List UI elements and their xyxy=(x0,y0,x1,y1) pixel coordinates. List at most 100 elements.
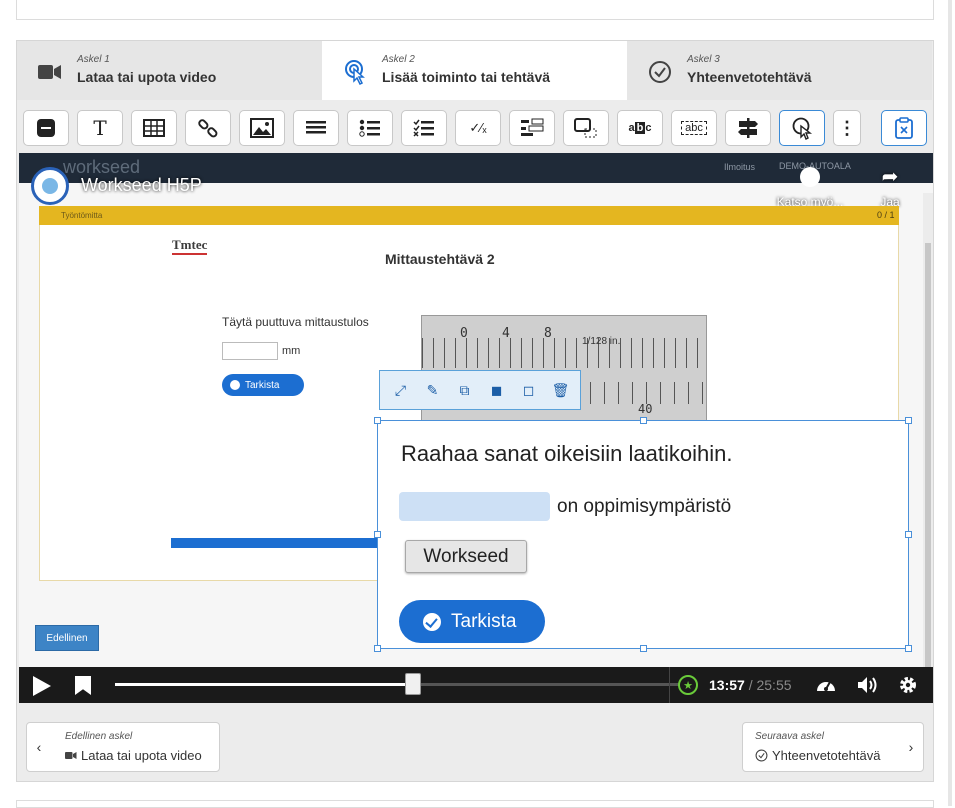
prev-label: Lataa tai upota video xyxy=(81,748,202,763)
seek-handle[interactable] xyxy=(405,673,421,695)
endscreen-star-icon[interactable]: ★ xyxy=(678,675,698,695)
signpost-icon xyxy=(738,118,758,138)
drag-text-button[interactable]: abc xyxy=(617,110,663,146)
share-button[interactable]: ➦ Jaa xyxy=(875,167,905,209)
navigation-hotspot-button[interactable] xyxy=(779,110,825,146)
step-number: Askel 3 xyxy=(687,54,720,65)
resize-handle[interactable] xyxy=(374,417,381,424)
label-icon xyxy=(37,119,55,137)
clock-icon xyxy=(800,167,820,187)
prev-label-wrap: Lataa tai upota video xyxy=(65,748,202,763)
crossroads-button[interactable] xyxy=(725,110,771,146)
label-button[interactable] xyxy=(23,110,69,146)
link-button[interactable] xyxy=(185,110,231,146)
resize-handle[interactable] xyxy=(905,645,912,652)
video-camera-icon xyxy=(65,752,77,759)
video-player-controls: ★ 13:57 / 25:55 xyxy=(19,667,933,703)
step-title: Lisää toiminto tai tehtävä xyxy=(382,69,551,85)
channel-logo[interactable] xyxy=(31,167,69,205)
table-button[interactable] xyxy=(131,110,177,146)
prev-caption: Edellinen askel xyxy=(65,731,133,742)
video-camera-icon xyxy=(37,59,63,85)
resize-handle[interactable] xyxy=(640,417,647,424)
check-icon xyxy=(230,380,240,390)
total-time: 25:55 xyxy=(756,677,792,693)
video-prev-button: Edellinen xyxy=(35,625,99,651)
fill-in-blanks-button[interactable] xyxy=(509,110,555,146)
next-label: Yhteenvetotehtävä xyxy=(772,748,881,763)
drag-text-interaction[interactable]: Raahaa sanat oikeisiin laatikoihin. on o… xyxy=(374,417,912,652)
time-separator: / xyxy=(748,677,753,693)
image-button[interactable] xyxy=(239,110,285,146)
pencil-icon[interactable]: ✎ xyxy=(424,382,441,399)
video-preview[interactable]: workseed Ilmoitus DEMO-AUTOALA Workseed … xyxy=(19,153,933,703)
bring-front-icon[interactable]: ◼ xyxy=(488,382,505,399)
resize-handle[interactable] xyxy=(374,645,381,652)
time-display: 13:57 / 25:55 xyxy=(709,677,792,693)
video-task-progress xyxy=(171,538,383,548)
interaction-question: Raahaa sanat oikeisiin laatikoihin. xyxy=(401,441,733,466)
single-choice-set-button[interactable] xyxy=(347,110,393,146)
fullscreen-icon[interactable]: ⤢ xyxy=(392,382,409,399)
separator xyxy=(669,667,670,703)
video-check-button: Tarkista xyxy=(222,374,304,396)
percent-icon: ✓⁄ₓ xyxy=(469,120,487,135)
seek-bar[interactable] xyxy=(115,683,685,686)
video-title[interactable]: Workseed H5P xyxy=(81,175,202,196)
multiple-choice-button[interactable] xyxy=(401,110,447,146)
hotspot-icon xyxy=(792,117,813,140)
task-category: Työntömitta xyxy=(61,211,103,220)
speed-gauge-icon[interactable] xyxy=(815,675,837,695)
fill-blanks-icon xyxy=(521,118,544,136)
chevron-right-icon: › xyxy=(908,739,914,755)
resize-handle[interactable] xyxy=(640,645,647,652)
page-scrollbar-thumb[interactable] xyxy=(948,0,952,806)
ruler-ticks xyxy=(422,338,706,368)
draggable-word[interactable]: Workseed xyxy=(405,540,527,573)
tab-step-2[interactable]: Askel 2 Lisää toiminto tai tehtävä xyxy=(322,41,627,100)
check-button[interactable]: Tarkista xyxy=(399,600,545,643)
check-circle-icon xyxy=(423,612,441,631)
step-number: Askel 1 xyxy=(77,54,110,65)
drop-zone[interactable] xyxy=(399,492,550,521)
check-label: Tarkista xyxy=(451,610,517,632)
settings-gear-icon[interactable] xyxy=(897,675,919,695)
watch-later-button[interactable]: Katso myö... xyxy=(765,167,855,209)
share-icon: ➦ xyxy=(881,166,899,188)
next-step-button[interactable]: Seuraava askel Yhteenvetotehtävä › xyxy=(742,722,924,772)
resize-handle[interactable] xyxy=(374,531,381,538)
more-vertical-icon: ⋮ xyxy=(838,118,856,138)
copy-icon[interactable]: ⧉ xyxy=(456,382,473,399)
statements-button[interactable] xyxy=(293,110,339,146)
seek-progress xyxy=(115,683,421,686)
trash-icon[interactable]: 🗑 xyxy=(552,382,570,399)
scrollbar-thumb[interactable] xyxy=(925,243,931,673)
current-time: 13:57 xyxy=(709,677,745,693)
video-check-label: Tarkista xyxy=(245,379,280,391)
page-scrollbar[interactable] xyxy=(944,0,955,806)
text-button[interactable]: T xyxy=(77,110,123,146)
paste-button[interactable] xyxy=(881,110,927,146)
volume-icon[interactable] xyxy=(857,675,879,695)
fill-label: Täytä puuttuva mittaustulos xyxy=(222,315,369,329)
resize-handle[interactable] xyxy=(905,417,912,424)
multiple-choice-icon xyxy=(413,119,434,137)
brand-logo: Tmtec xyxy=(172,237,208,255)
ruler-number: 4 xyxy=(502,326,510,341)
drag-and-drop-button[interactable] xyxy=(563,110,609,146)
send-back-icon[interactable]: ◻ xyxy=(520,382,537,399)
mark-the-words-button[interactable]: abc xyxy=(671,110,717,146)
bookmark-icon[interactable] xyxy=(75,676,91,695)
resize-handle[interactable] xyxy=(905,531,912,538)
true-false-button[interactable]: ✓⁄ₓ xyxy=(455,110,501,146)
more-button[interactable]: ⋮ xyxy=(833,110,861,146)
task-header-bar: Työntömitta 0 / 1 xyxy=(39,206,899,225)
previous-step-button[interactable]: ‹ Edellinen askel Lataa tai upota video xyxy=(26,722,220,772)
step-number: Askel 2 xyxy=(382,54,415,65)
tab-step-1[interactable]: Askel 1 Lataa tai upota video xyxy=(17,41,322,100)
mark-words-icon: abc xyxy=(681,121,707,135)
video-scrollbar[interactable] xyxy=(923,193,933,703)
faded-menu: Ilmoitus xyxy=(724,162,756,172)
play-icon[interactable] xyxy=(33,676,51,696)
tab-step-3[interactable]: Askel 3 Yhteenvetotehtävä xyxy=(627,41,932,100)
